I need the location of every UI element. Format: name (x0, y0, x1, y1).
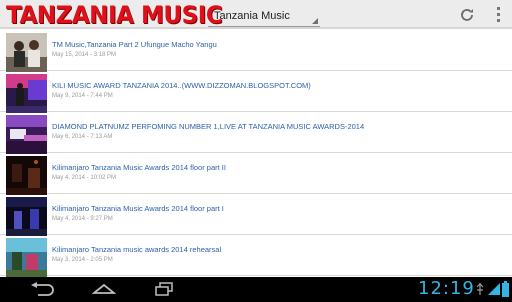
overflow-menu-icon[interactable] (494, 7, 502, 23)
video-thumbnail (6, 115, 47, 155)
video-date: May 3, 2014 - 2:05 PM (52, 257, 113, 263)
list-item[interactable]: Kilimanjaro Tanzania Music Awards 2014 f… (0, 154, 512, 196)
app-logo: TANZANIA MUSIC (6, 1, 223, 29)
spinner-value: Tanzania Music (214, 10, 290, 22)
video-thumbnail (6, 238, 47, 277)
video-title: Kilimanjaro Tanzania Music Awards 2014 f… (52, 163, 226, 172)
video-date: May 6, 2014 - 7:13 AM (52, 134, 113, 140)
list-item[interactable]: DIAMOND PLATNUMZ PERFOMING NUMBER 1,LIVE… (0, 113, 512, 155)
list-item[interactable]: TM Music,Tanzania Part 2 Ufungue Macho Y… (0, 31, 512, 73)
action-bar: TANZANIA MUSIC Tanzania Music (0, 0, 512, 29)
list-item[interactable]: KILI MUSIC AWARD TANZANIA 2014..(WWW.DIZ… (0, 72, 512, 114)
video-thumbnail (6, 156, 47, 196)
video-title: Kilimanjaro Tanzania Music Awards 2014 f… (52, 204, 224, 213)
video-title: DIAMOND PLATNUMZ PERFOMING NUMBER 1,LIVE… (52, 122, 365, 131)
video-thumbnail (6, 74, 47, 114)
video-title: Kilimanjaro Tanzania music awards 2014 r… (52, 245, 222, 254)
video-thumbnail (6, 197, 47, 237)
video-date: May 9, 2014 - 7:44 PM (52, 93, 113, 99)
video-title: TM Music,Tanzania Part 2 Ufungue Macho Y… (52, 40, 217, 49)
video-list: TM Music,Tanzania Part 2 Ufungue Macho Y… (0, 31, 512, 277)
list-item[interactable]: Kilimanjaro Tanzania Music Awards 2014 f… (0, 195, 512, 237)
system-nav-bar: 12:19 (0, 277, 512, 302)
back-icon[interactable] (30, 282, 56, 296)
refresh-icon[interactable] (458, 6, 476, 24)
video-date: May 15, 2014 - 3:18 PM (52, 52, 117, 58)
playlist-spinner[interactable]: Tanzania Music (208, 5, 320, 27)
video-title: KILI MUSIC AWARD TANZANIA 2014..(WWW.DIZ… (52, 81, 311, 90)
usb-icon (476, 283, 484, 295)
recent-apps-icon[interactable] (154, 282, 174, 296)
video-date: May 4, 2014 - 9:27 PM (52, 216, 113, 222)
list-item[interactable]: Kilimanjaro Tanzania music awards 2014 r… (0, 236, 512, 277)
video-thumbnail (6, 33, 47, 73)
wifi-icon (488, 283, 500, 295)
video-date: May 4, 2014 - 10:02 PM (52, 175, 117, 181)
battery-icon (502, 281, 509, 297)
home-icon[interactable] (92, 283, 116, 295)
spinner-arrow-icon (312, 18, 318, 24)
status-clock: 12:19 (418, 278, 475, 299)
